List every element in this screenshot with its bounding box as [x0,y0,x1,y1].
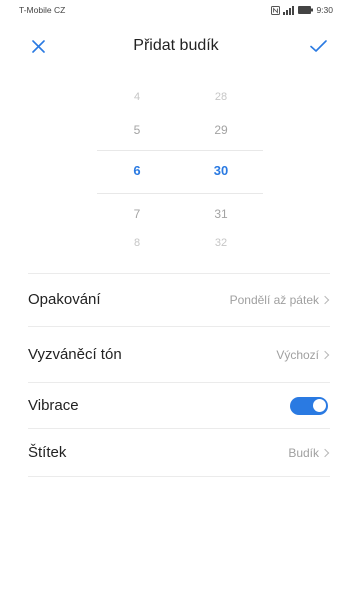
minute-option[interactable]: 31 [201,206,241,222]
confirm-button[interactable] [307,37,329,55]
chevron-right-icon [320,350,330,359]
status-icons: 9:30 [271,5,333,15]
minute-option[interactable]: 29 [201,122,241,138]
status-bar: T-Mobile CZ 9:30 [0,0,352,20]
status-time: 9:30 [316,5,333,15]
header: Přidat budík [0,28,352,64]
setting-row-label[interactable]: Štítek Budík [28,429,330,477]
setting-value: Výchozí [276,347,330,362]
selection-divider-bottom [97,193,263,194]
hour-option[interactable]: 4 [117,89,157,105]
setting-label: Vyzváněcí tón [28,345,122,363]
minute-option[interactable]: 30 [201,163,241,179]
hour-column[interactable]: 4 5 6 7 8 [117,78,157,273]
setting-value: Pondělí až pátek [229,293,330,307]
setting-row-vibration[interactable]: Vibrace [28,383,330,429]
setting-value-text: Výchozí [276,347,319,362]
nfc-icon [271,5,281,15]
setting-label: Vibrace [28,396,79,414]
signal-icon [283,5,295,15]
selection-divider-top [97,150,263,151]
hour-option[interactable]: 6 [117,163,157,179]
chevron-right-icon [320,448,330,457]
hour-option[interactable]: 7 [117,206,157,222]
battery-icon [298,6,314,14]
setting-row-repeat[interactable]: Opakování Pondělí až pátek [28,274,330,327]
page-title: Přidat budík [133,37,219,54]
setting-value-text: Pondělí až pátek [229,293,319,307]
setting-label: Opakování [28,291,101,308]
chevron-right-icon [320,295,330,305]
vibration-toggle[interactable] [290,396,328,415]
minute-column[interactable]: 28 29 30 31 32 [201,78,241,273]
setting-row-ringtone[interactable]: Vyzváněcí tón Výchozí [28,327,330,383]
minute-option[interactable]: 28 [201,89,241,105]
time-picker[interactable]: 4 5 6 7 8 28 29 30 31 32 [0,78,352,273]
carrier-name: T-Mobile CZ [19,5,66,15]
setting-label: Štítek [28,443,67,461]
hour-option[interactable]: 8 [117,235,157,251]
check-icon [309,40,327,52]
setting-value-text: Budík [288,445,319,460]
minute-option[interactable]: 32 [201,235,241,251]
toggle-knob [312,399,326,412]
hour-option[interactable]: 5 [117,122,157,138]
setting-value: Budík [288,445,330,460]
